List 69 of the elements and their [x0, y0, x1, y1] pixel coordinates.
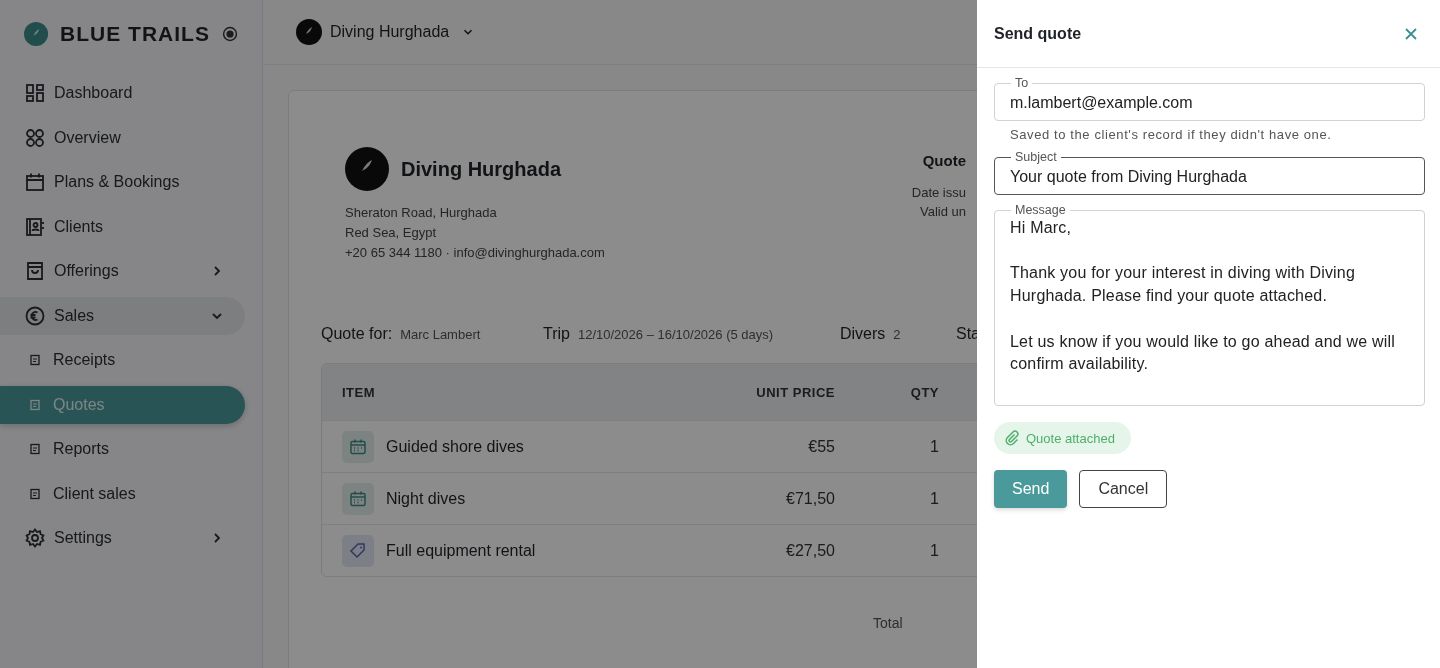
cancel-button[interactable]: Cancel — [1079, 470, 1168, 508]
item-name: Full equipment rental — [386, 541, 536, 560]
address-line: +20 65 344 1180 · info@divinghurghada.com — [345, 244, 605, 262]
calendar-icon — [342, 482, 374, 515]
message-input[interactable]: Hi Marc, Thank you for your interest in diving with Diving Hurghada. Please find your quote attached. Let us know if you would like to go ahead and we will confirm availability. — [1010, 217, 1409, 401]
paperclip-icon — [1004, 430, 1020, 446]
document-icon — [29, 487, 41, 500]
dashboard-icon — [25, 83, 45, 103]
document-icon — [29, 354, 41, 366]
unit-price: €27,50 — [785, 541, 835, 560]
document-icon — [29, 398, 41, 411]
field-label: Subject — [1014, 150, 1058, 164]
close-icon[interactable] — [1404, 26, 1418, 41]
workspace-selector[interactable]: Diving Hurghada — [296, 19, 476, 45]
brand-name: BLUE TRAILS — [60, 22, 210, 46]
settings-icon — [25, 528, 45, 548]
meta-label: Date issu — [911, 184, 966, 202]
document-icon — [29, 443, 41, 455]
quantity: 1 — [929, 489, 939, 508]
euro-icon — [25, 305, 45, 326]
info-value: 2 — [893, 327, 901, 342]
nav-item[interactable]: Clients — [0, 207, 245, 246]
attachment-chip: Quote attached — [994, 422, 1131, 454]
company-name: Diving Hurghada — [401, 157, 561, 181]
grid-icon — [25, 127, 45, 148]
address-line: Sheraton Road, Hurghada — [345, 204, 498, 222]
logo-icon — [296, 19, 322, 45]
nav-item[interactable]: Offerings — [0, 252, 245, 290]
nav-item[interactable]: Dashboard — [0, 74, 245, 112]
calendar-icon — [342, 430, 374, 463]
logo-icon — [24, 19, 49, 49]
quote-title: Quote — [921, 152, 966, 169]
info-label: Quote for: — [321, 325, 393, 342]
address-line: Red Sea, Egypt — [345, 224, 438, 242]
message-field[interactable]: Message Hi Marc, Thank you for your interest in diving with Diving Hurghada. Please find your quote attached. Let us know if you would like to go ahead and we will confirm availability. — [994, 203, 1425, 406]
quantity: 1 — [929, 437, 939, 456]
nav-subitem[interactable]: Receipts — [0, 341, 245, 379]
calendar-icon — [25, 172, 45, 192]
bag-icon — [25, 261, 45, 281]
nav-subitem[interactable]: Client sales — [0, 474, 245, 513]
helper-text: Saved to the client's record if they didn't have one. — [1010, 127, 1333, 142]
subject-field[interactable]: Subject Your quote from Diving Hurghada — [994, 150, 1425, 195]
total-label: Total — [873, 615, 904, 631]
tag-icon — [342, 534, 374, 567]
column-header: ITEM — [342, 384, 377, 400]
nav-item[interactable]: Plans & Bookings — [0, 163, 245, 201]
nav-item[interactable]: Settings — [0, 519, 245, 557]
nav-item[interactable]: Overview — [0, 118, 245, 157]
nav-item[interactable]: Sales — [0, 296, 245, 335]
info-value: 12/10/2026 – 16/10/2026 (5 days) — [577, 327, 774, 342]
drawer-title: Send quote — [994, 24, 1082, 43]
unit-price: €71,50 — [785, 489, 835, 508]
column-header: UNIT PRICE — [755, 384, 835, 400]
column-header: QTY — [909, 384, 939, 400]
logo-icon — [345, 147, 389, 191]
meta-label: Valid un — [919, 203, 966, 221]
radio-toggle-icon[interactable] — [221, 24, 238, 44]
field-label: Message — [1014, 203, 1067, 217]
info-label: Trip — [543, 325, 570, 342]
contacts-icon — [25, 216, 45, 237]
email-field[interactable]: To m.lambert@example.com — [994, 76, 1425, 121]
info-label: Divers — [840, 325, 886, 342]
item-name: Guided shore dives — [386, 437, 524, 456]
send-button[interactable]: Send — [994, 470, 1068, 508]
quantity: 1 — [929, 541, 939, 560]
item-name: Night dives — [386, 489, 466, 508]
info-value: Marc Lambert — [400, 327, 481, 342]
nav-subitem[interactable]: Reports — [0, 430, 245, 468]
unit-price: €55 — [807, 437, 835, 456]
